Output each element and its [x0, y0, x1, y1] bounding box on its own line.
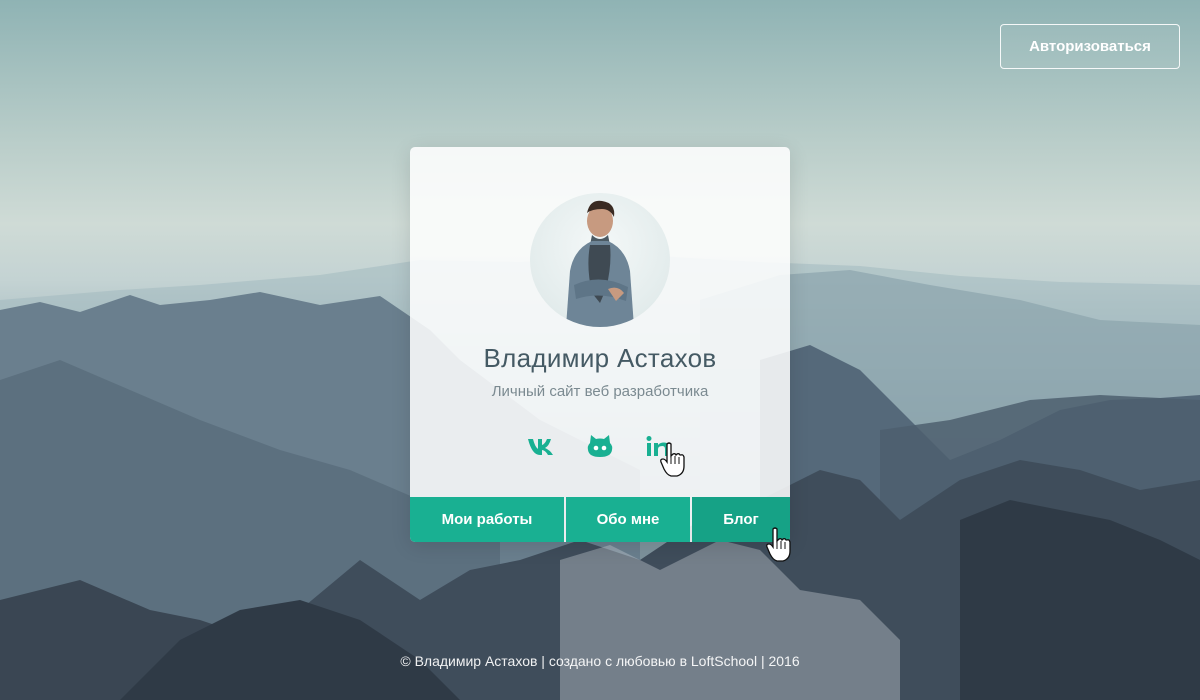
nav-my-works[interactable]: Мои работы: [410, 497, 564, 542]
nav-about-me[interactable]: Обо мне: [566, 497, 690, 542]
nav-blog[interactable]: Блог: [692, 497, 790, 542]
profile-subtitle: Личный сайт веб разработчика: [491, 383, 709, 400]
profile-name: Владимир Астахов: [483, 343, 717, 373]
profile-card: Владимир Астахов Личный сайт веб разрабо…: [410, 147, 790, 542]
vk-icon[interactable]: [524, 431, 560, 461]
authorize-button[interactable]: Авторизоваться: [1000, 24, 1180, 69]
avatar: [530, 193, 670, 327]
footer-copyright: © Владимир Астахов | создано с любовью в…: [400, 653, 800, 669]
github-icon[interactable]: [582, 431, 618, 461]
main-nav: Мои работы Обо мне Блог: [410, 497, 790, 542]
linkedin-icon[interactable]: [640, 431, 676, 461]
social-links: [410, 431, 790, 461]
